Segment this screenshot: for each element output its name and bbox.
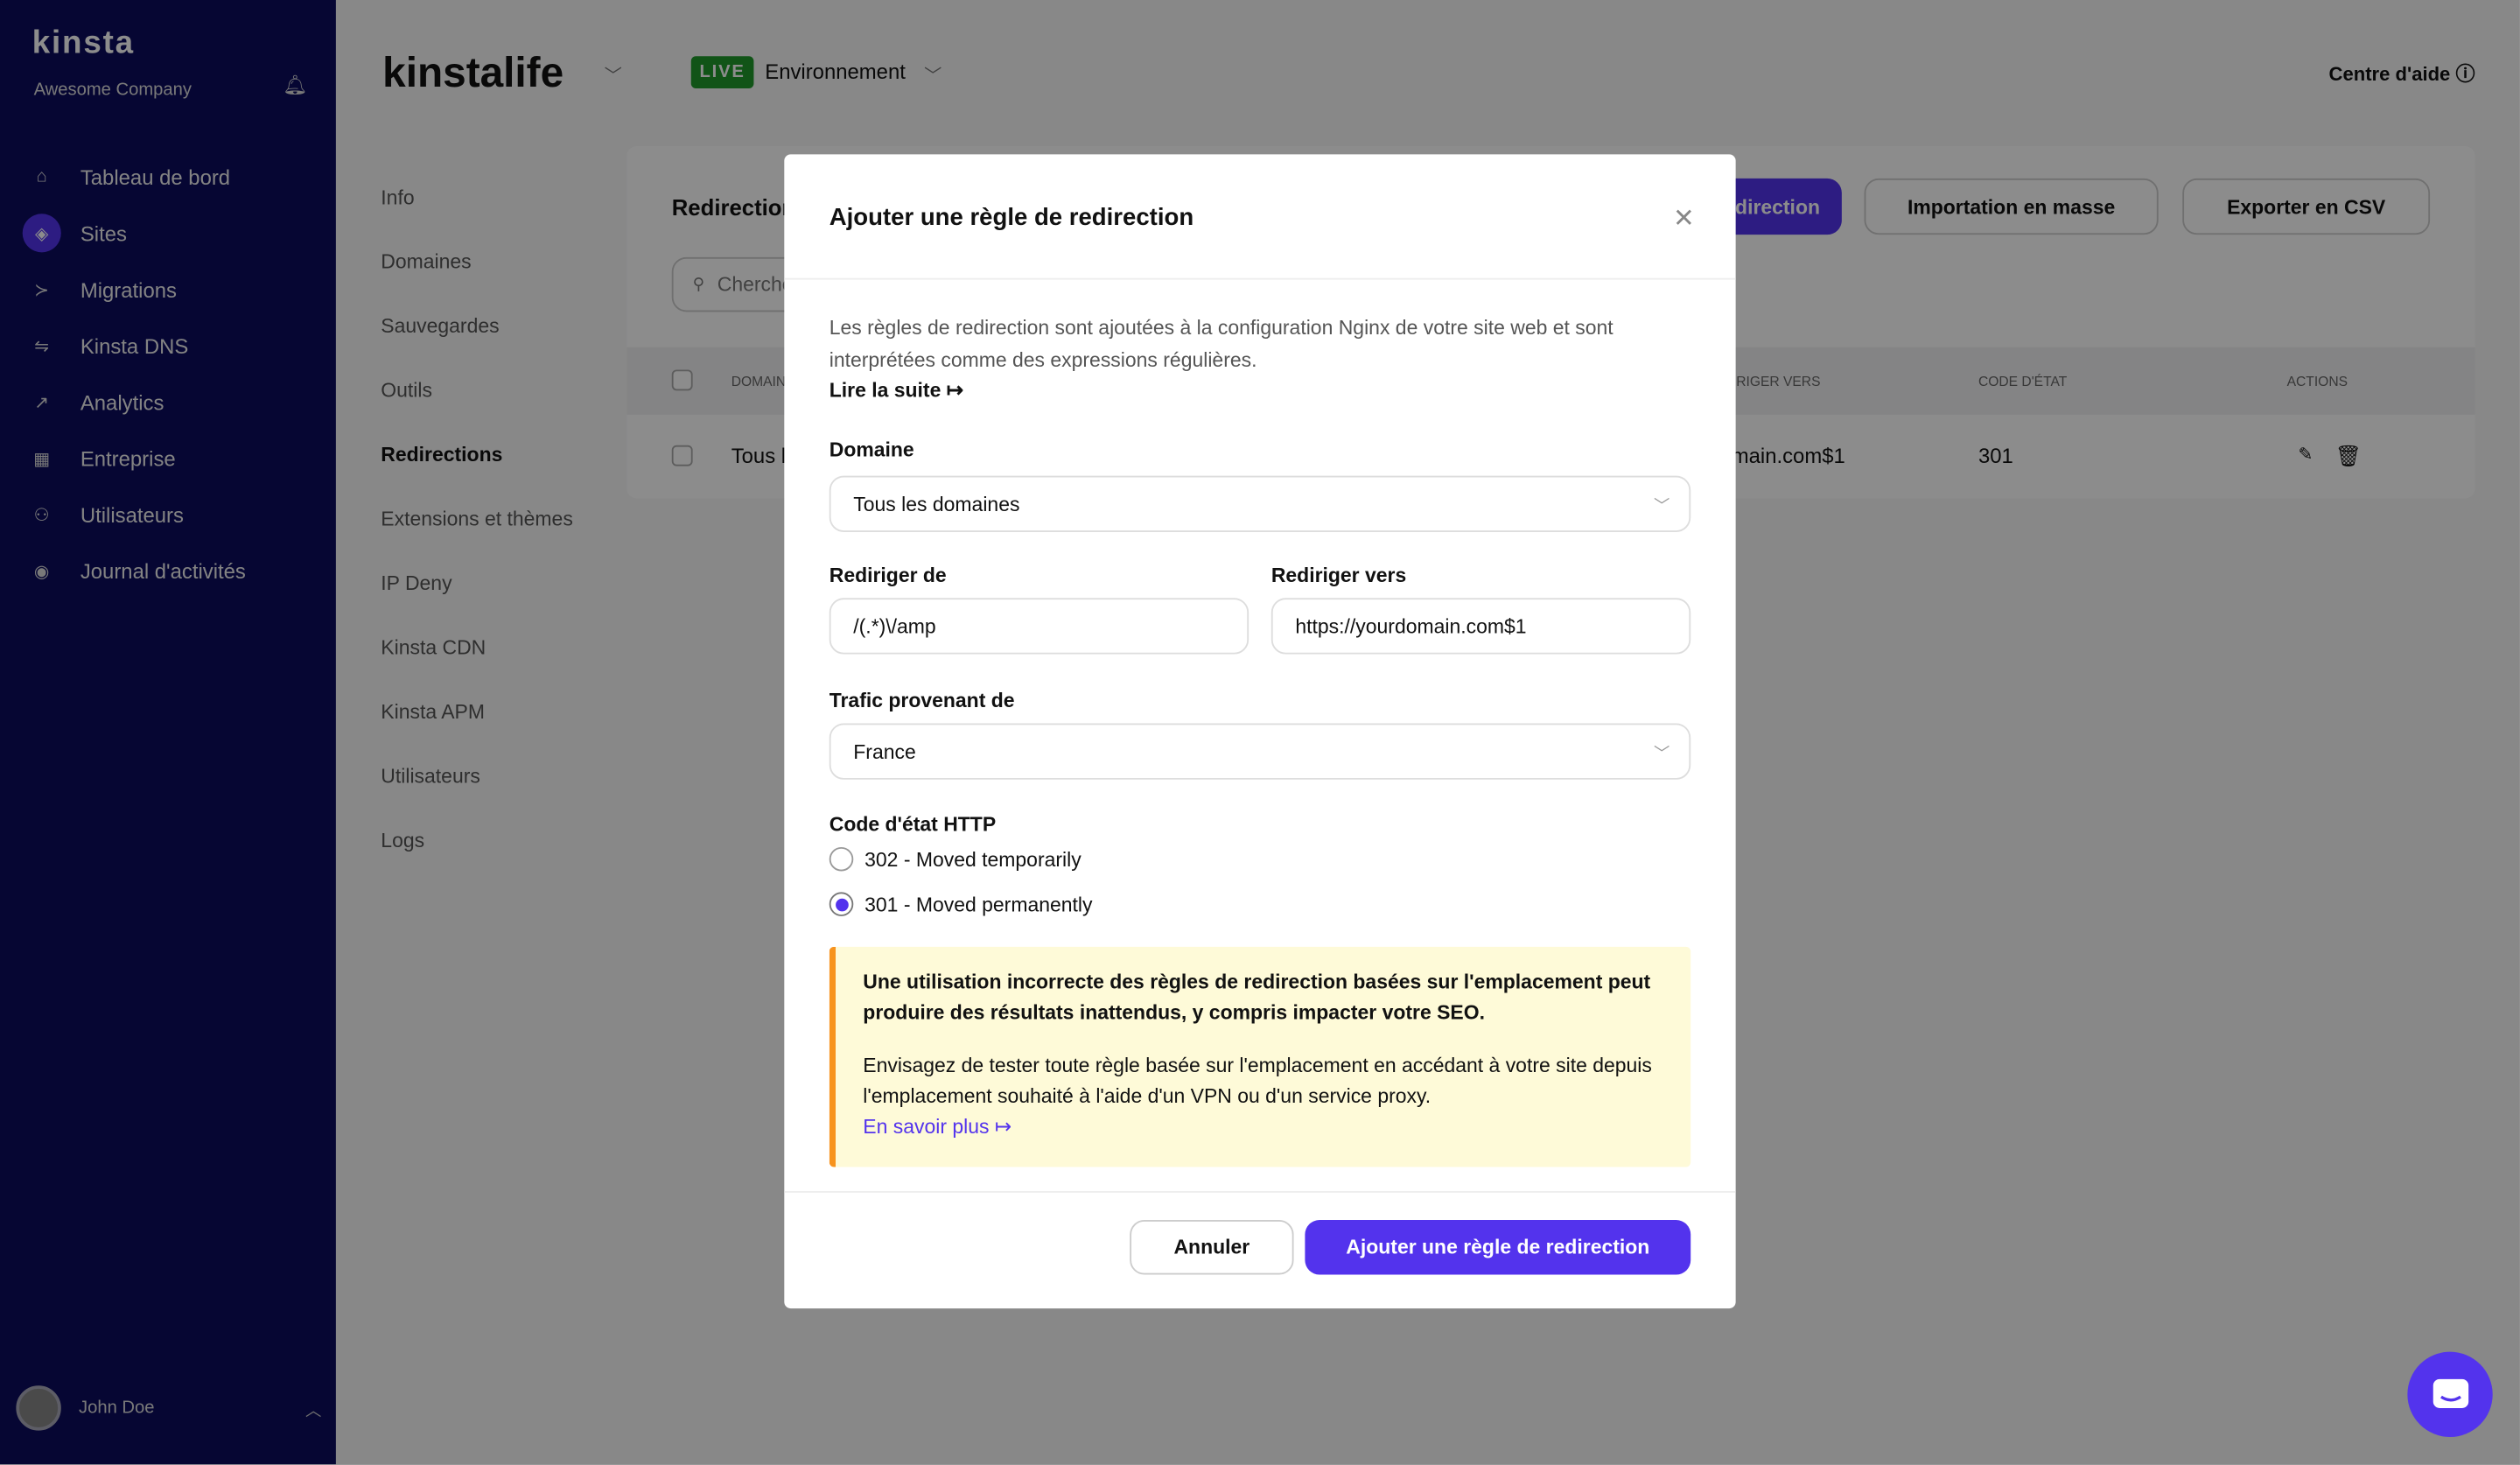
add-redirect-modal: Ajouter une règle de redirection ✕ Les r… [784, 154, 1736, 1309]
status-code-label-text: Code d'état HTTP [829, 813, 997, 837]
chevron-down-icon: ﹀ [1653, 498, 1670, 516]
domain-value: Tous les domaines [853, 492, 1020, 515]
modal-title: Ajouter une règle de redirection [829, 204, 1194, 232]
modal-footer-divider [784, 1190, 1736, 1193]
radio-label: 302 - Moved temporarily [864, 847, 1082, 871]
modal-description: Les règles de redirection sont ajoutées … [829, 316, 1614, 371]
cancel-button[interactable]: Annuler [1130, 1220, 1294, 1275]
redirect-from-label: Rediriger de [829, 564, 947, 587]
chat-button[interactable] [2407, 1351, 2493, 1438]
learn-more-link[interactable]: En savoir plus ↦ [863, 1116, 1012, 1139]
warning-title: Une utilisation incorrecte des règles de… [863, 971, 1651, 1024]
domain-label: Domaine [829, 438, 914, 462]
traffic-label: Trafic provenant de [829, 689, 1015, 712]
domain-select[interactable]: Tous les domaines ﹀ [829, 475, 1691, 532]
radio-302[interactable]: 302 - Moved temporarily [829, 846, 1082, 872]
app: Kinsta Awesome Company 🔔︎ ⌂ Tableau de bo… [0, 0, 2520, 1465]
read-more-link[interactable]: Lire la suite ↦ [830, 378, 963, 402]
warning-text: Envisagez de tester toute règle basée su… [863, 1054, 1652, 1108]
status-code-label: Code d'état HTTP [830, 813, 996, 836]
radio-label: 301 - Moved permanently [864, 893, 1093, 916]
traffic-select[interactable]: France ﹀ [829, 723, 1691, 780]
redirect-from-input[interactable]: /(.*)\/amp [829, 598, 1250, 655]
chat-icon [2432, 1377, 2468, 1408]
radio-button-selected[interactable] [829, 892, 854, 916]
traffic-value: France [853, 740, 916, 763]
close-icon[interactable]: ✕ [1673, 202, 1695, 235]
radio-301[interactable]: 301 - Moved permanently [829, 892, 1093, 916]
redirect-to-input[interactable]: https://yourdomain.com$1 [1270, 598, 1691, 655]
chevron-down-icon: ﹀ [1653, 746, 1670, 764]
warning-box: Une utilisation incorrecte des règles de… [829, 946, 1691, 1167]
radio-button[interactable] [829, 846, 854, 872]
redirect-to-label: Rediriger vers [1270, 564, 1407, 587]
submit-redirect-button[interactable]: Ajouter une règle de redirection [1305, 1220, 1691, 1275]
